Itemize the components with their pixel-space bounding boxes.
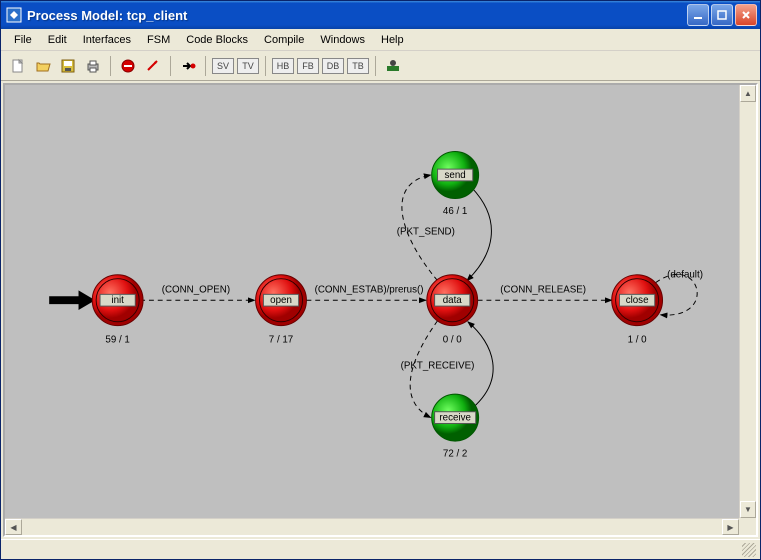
menu-edit[interactable]: Edit: [40, 32, 75, 48]
toolbar-separator: [375, 56, 376, 76]
initial-arrow: [49, 290, 95, 310]
resize-gripper-icon[interactable]: [742, 543, 756, 557]
transition-label-close-default: (default): [667, 270, 703, 281]
window-title: Process Model: tcp_client: [27, 8, 687, 23]
state-close[interactable]: close 1 / 0: [612, 275, 663, 346]
state-close-stats: 1 / 0: [628, 334, 648, 345]
content-area: (CONN_OPEN) (CONN_ESTAB)/prerus() (CONN_…: [3, 83, 758, 537]
sv-button[interactable]: SV: [212, 58, 234, 74]
minimize-button[interactable]: [687, 4, 709, 26]
scroll-down-icon[interactable]: ▼: [740, 501, 756, 518]
state-receive[interactable]: receive 72 / 2: [432, 394, 479, 460]
state-data-label: data: [443, 295, 463, 306]
toolbar-separator: [110, 56, 111, 76]
transition-label-data-send: (PKT_SEND): [397, 227, 455, 238]
menu-windows[interactable]: Windows: [312, 32, 373, 48]
toolbar: SV TV HB FB DB TB: [1, 51, 760, 81]
menubar: File Edit Interfaces FSM Code Blocks Com…: [1, 29, 760, 51]
toolbar-separator: [265, 56, 266, 76]
state-send[interactable]: send 46 / 1: [432, 152, 479, 218]
close-button[interactable]: [735, 4, 757, 26]
menu-code-blocks[interactable]: Code Blocks: [178, 32, 256, 48]
state-init[interactable]: init 59 / 1: [92, 275, 143, 346]
compile-button[interactable]: [382, 55, 404, 77]
fsm-diagram[interactable]: (CONN_OPEN) (CONN_ESTAB)/prerus() (CONN_…: [5, 85, 739, 535]
menu-compile[interactable]: Compile: [256, 32, 312, 48]
transition-label-open-data: (CONN_ESTAB)/prerus(): [315, 284, 424, 295]
fsm-canvas[interactable]: (CONN_OPEN) (CONN_ESTAB)/prerus() (CONN_…: [5, 85, 739, 535]
scroll-corner: [739, 518, 756, 535]
create-state-button[interactable]: [117, 55, 139, 77]
menu-file[interactable]: File: [6, 32, 40, 48]
transition-label-data-receive: (PKT_RECEIVE): [401, 361, 475, 372]
state-open[interactable]: open 7 / 17: [256, 275, 307, 346]
state-init-stats: 59 / 1: [105, 334, 129, 345]
set-initial-button[interactable]: [177, 55, 199, 77]
new-button[interactable]: [7, 55, 29, 77]
tb-button[interactable]: TB: [347, 58, 369, 74]
state-open-label: open: [270, 295, 292, 306]
state-data[interactable]: data 0 / 0: [427, 275, 478, 346]
scroll-right-icon[interactable]: ▶: [722, 519, 739, 535]
scroll-up-icon[interactable]: ▲: [740, 85, 756, 102]
transition-label-init-open: (CONN_OPEN): [162, 284, 230, 295]
state-receive-label: receive: [439, 413, 470, 424]
toolbar-separator: [170, 56, 171, 76]
state-open-stats: 7 / 17: [269, 334, 293, 345]
db-button[interactable]: DB: [322, 58, 344, 74]
state-close-label: close: [626, 295, 649, 306]
print-button[interactable]: [82, 55, 104, 77]
statusbar: [1, 539, 760, 559]
menu-help[interactable]: Help: [373, 32, 412, 48]
state-init-label: init: [111, 295, 124, 306]
state-data-stats: 0 / 0: [443, 334, 463, 345]
menu-interfaces[interactable]: Interfaces: [75, 32, 139, 48]
app-icon: [6, 7, 22, 23]
state-send-stats: 46 / 1: [443, 206, 467, 217]
menu-fsm[interactable]: FSM: [139, 32, 178, 48]
horizontal-scrollbar[interactable]: ◀ ▶: [5, 518, 739, 535]
toolbar-separator: [205, 56, 206, 76]
titlebar[interactable]: Process Model: tcp_client: [1, 1, 760, 29]
fb-button[interactable]: FB: [297, 58, 319, 74]
create-transition-button[interactable]: [142, 55, 164, 77]
vertical-scrollbar[interactable]: ▲ ▼: [739, 85, 756, 518]
state-send-label: send: [445, 170, 466, 181]
scroll-left-icon[interactable]: ◀: [5, 519, 22, 535]
transition-label-data-close: (CONN_RELEASE): [500, 284, 586, 295]
app-window: Process Model: tcp_client File Edit Inte…: [0, 0, 761, 560]
state-receive-stats: 72 / 2: [443, 449, 467, 460]
tv-button[interactable]: TV: [237, 58, 259, 74]
hb-button[interactable]: HB: [272, 58, 294, 74]
maximize-button[interactable]: [711, 4, 733, 26]
open-button[interactable]: [32, 55, 54, 77]
save-button[interactable]: [57, 55, 79, 77]
transition-send-data[interactable]: [467, 188, 492, 281]
